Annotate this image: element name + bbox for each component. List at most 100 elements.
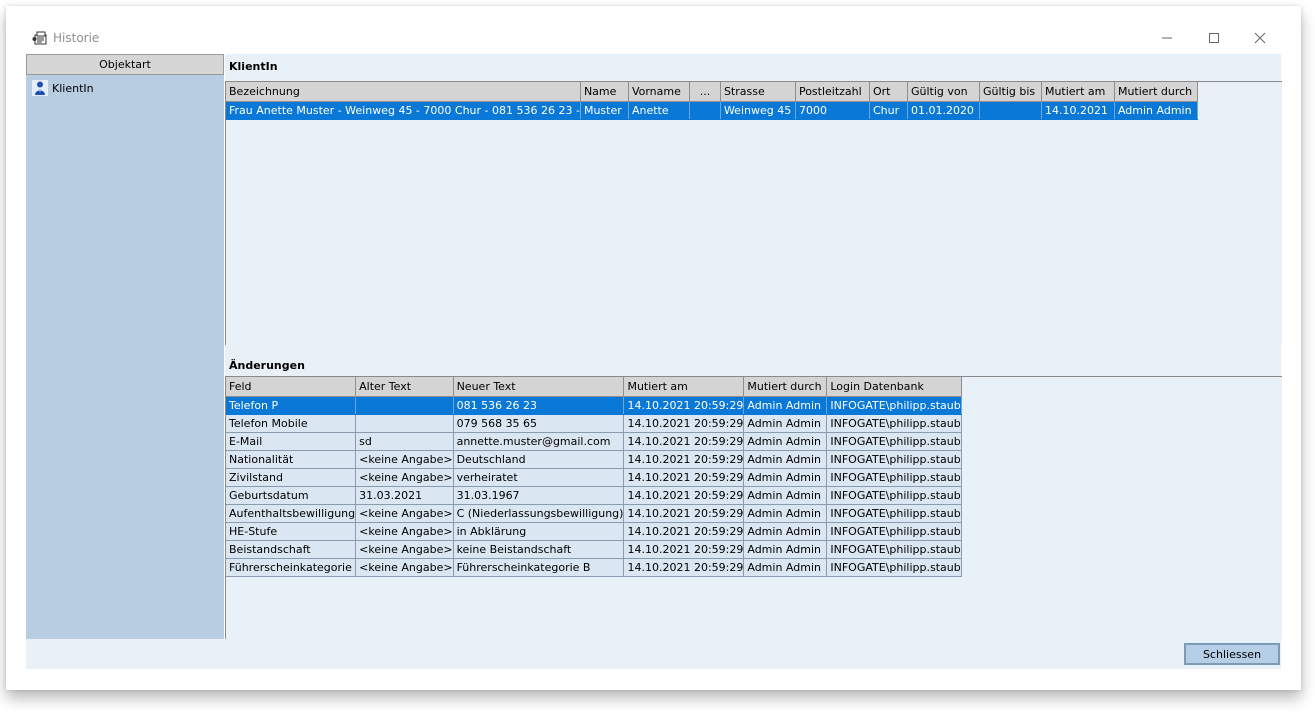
table-cell[interactable]: INFOGATE\philipp.staub bbox=[826, 540, 962, 559]
table-cell[interactable]: Chur bbox=[869, 101, 908, 120]
column-header-vorname[interactable]: Vorname bbox=[628, 82, 690, 102]
table-cell[interactable]: <keine Angabe> bbox=[355, 504, 454, 523]
table-cell[interactable]: Telefon Mobile bbox=[226, 414, 357, 433]
column-header-strasse[interactable]: Strasse bbox=[720, 82, 796, 102]
table-cell[interactable]: Admin Admin bbox=[743, 540, 828, 559]
table-cell[interactable]: Admin Admin bbox=[743, 396, 828, 415]
title-bar[interactable]: Historie bbox=[6, 6, 1301, 50]
table-cell[interactable]: INFOGATE\philipp.staub bbox=[826, 522, 962, 541]
column-header-mutiert-am[interactable]: Mutiert am bbox=[1041, 82, 1115, 102]
table-row[interactable]: Frau Anette Muster - Weinweg 45 - 7000 C… bbox=[226, 101, 1198, 120]
table-cell[interactable]: 14.10.2021 20:59:29 bbox=[623, 558, 745, 577]
table-cell[interactable]: 081 536 26 23 bbox=[453, 396, 625, 415]
table-cell[interactable]: <keine Angabe> bbox=[355, 558, 454, 577]
table-cell[interactable]: Beistandschaft bbox=[226, 540, 357, 559]
table-cell[interactable]: Admin Admin bbox=[1114, 101, 1198, 120]
close-button[interactable]: Schliessen bbox=[1184, 643, 1280, 665]
table-cell[interactable]: Führerscheinkategorie bbox=[226, 558, 357, 577]
column-header-ort[interactable]: Ort bbox=[869, 82, 908, 102]
column-header-alter-text[interactable]: Alter Text bbox=[355, 377, 454, 397]
column-header-mutiert-am[interactable]: Mutiert am bbox=[623, 377, 745, 397]
table-cell[interactable]: annette.muster@gmail.com bbox=[453, 432, 625, 451]
table-cell[interactable] bbox=[355, 414, 454, 433]
table-cell[interactable]: INFOGATE\philipp.staub bbox=[826, 450, 962, 469]
table-cell[interactable] bbox=[689, 101, 721, 120]
table-cell[interactable]: 14.10.2021 20:59:29 bbox=[623, 414, 745, 433]
table-row[interactable]: E-Mail sd annette.muster@gmail.com 14.10.20… bbox=[226, 432, 962, 451]
table-cell[interactable]: INFOGATE\philipp.staub bbox=[826, 486, 962, 505]
table-row[interactable]: Zivilstand <keine Angabe> verheiratet 14.10… bbox=[226, 468, 962, 487]
table-cell[interactable]: 14.10.2021 20:59:29 bbox=[623, 468, 745, 487]
minimize-button[interactable] bbox=[1152, 28, 1182, 48]
column-header-postleitzahl[interactable]: Postleitzahl bbox=[795, 82, 870, 102]
table-cell[interactable]: Admin Admin bbox=[743, 450, 828, 469]
table-row[interactable]: HE-Stufe <keine Angabe> in Abklärung 14.10.… bbox=[226, 522, 962, 541]
table-cell[interactable]: <keine Angabe> bbox=[355, 522, 454, 541]
table-cell[interactable]: 14.10.2021 20:59:29 bbox=[623, 396, 745, 415]
column-header-neuer-text[interactable]: Neuer Text bbox=[453, 377, 625, 397]
table-cell[interactable]: 079 568 35 65 bbox=[453, 414, 625, 433]
table-cell[interactable]: Admin Admin bbox=[743, 504, 828, 523]
table-cell[interactable]: Nationalität bbox=[226, 450, 357, 469]
column-header-login-datenbank[interactable]: Login Datenbank bbox=[826, 377, 962, 397]
table-cell[interactable]: INFOGATE\philipp.staub bbox=[826, 468, 962, 487]
table-row[interactable]: Telefon Mobile 079 568 35 65 14.10.2021 20… bbox=[226, 414, 962, 433]
table-cell[interactable]: Geburtsdatum bbox=[226, 486, 357, 505]
table-row[interactable]: Führerscheinkategorie <keine Angabe> Führe… bbox=[226, 558, 962, 577]
table-cell[interactable]: 7000 bbox=[795, 101, 870, 120]
table-cell[interactable]: Zivilstand bbox=[226, 468, 357, 487]
table-row[interactable]: Beistandschaft <keine Angabe> keine Beista… bbox=[226, 540, 962, 559]
table-cell[interactable]: Admin Admin bbox=[743, 414, 828, 433]
column-header-gueltig-von[interactable]: Gültig von bbox=[907, 82, 980, 102]
table-cell[interactable]: Admin Admin bbox=[743, 522, 828, 541]
table-cell[interactable]: 14.10.2021 20:59:29 bbox=[623, 486, 745, 505]
column-header-mutiert-durch[interactable]: Mutiert durch bbox=[1114, 82, 1198, 102]
table-cell[interactable]: INFOGATE\philipp.staub bbox=[826, 558, 962, 577]
table-row[interactable]: Telefon P 081 536 26 23 14.10.2021 20:59:2… bbox=[226, 396, 962, 415]
column-header-mutiert-durch[interactable]: Mutiert durch bbox=[743, 377, 828, 397]
column-header-name[interactable]: Name bbox=[580, 82, 629, 102]
table-cell[interactable]: keine Beistandschaft bbox=[453, 540, 625, 559]
table-cell[interactable]: INFOGATE\philipp.staub bbox=[826, 414, 962, 433]
table-cell[interactable]: Anette bbox=[628, 101, 690, 120]
column-header-bezeichnung[interactable]: Bezeichnung bbox=[226, 82, 581, 102]
table-cell[interactable]: sd bbox=[355, 432, 454, 451]
table-cell[interactable]: Aufenthaltsbewilligung bbox=[226, 504, 357, 523]
table-cell[interactable]: 31.03.2021 bbox=[355, 486, 454, 505]
close-window-button[interactable] bbox=[1245, 28, 1275, 48]
table-cell[interactable]: <keine Angabe> bbox=[355, 468, 454, 487]
column-header-feld[interactable]: Feld bbox=[226, 377, 357, 397]
table-cell[interactable]: <keine Angabe> bbox=[355, 540, 454, 559]
table-cell[interactable]: 14.10.2021 20:59:29 bbox=[623, 540, 745, 559]
table-cell[interactable]: HE-Stufe bbox=[226, 522, 357, 541]
table-cell[interactable]: C (Niederlassungsbewilligung) bbox=[453, 504, 625, 523]
table-cell[interactable]: 14.10.2021 bbox=[1041, 101, 1115, 120]
table-cell[interactable]: 31.03.1967 bbox=[453, 486, 625, 505]
table-cell[interactable]: Deutschland bbox=[453, 450, 625, 469]
table-cell[interactable]: Admin Admin bbox=[743, 432, 828, 451]
table-cell[interactable]: Telefon P bbox=[226, 396, 357, 415]
column-header-gueltig-bis[interactable]: Gültig bis bbox=[979, 82, 1042, 102]
maximize-button[interactable] bbox=[1199, 28, 1229, 48]
table-cell[interactable]: Muster bbox=[580, 101, 629, 120]
table-cell[interactable]: in Abklärung bbox=[453, 522, 625, 541]
table-cell[interactable]: Weinweg 45 bbox=[720, 101, 796, 120]
table-cell[interactable]: 01.01.2020 bbox=[907, 101, 980, 120]
table-cell[interactable]: INFOGATE\philipp.staub bbox=[826, 396, 962, 415]
table-cell[interactable]: E-Mail bbox=[226, 432, 357, 451]
table-cell[interactable] bbox=[979, 101, 1042, 120]
table-cell[interactable]: INFOGATE\philipp.staub bbox=[826, 504, 962, 523]
table-cell[interactable]: Admin Admin bbox=[743, 468, 828, 487]
table-cell[interactable]: Admin Admin bbox=[743, 486, 828, 505]
table-cell[interactable]: INFOGATE\philipp.staub bbox=[826, 432, 962, 451]
table-cell[interactable]: Frau Anette Muster - Weinweg 45 - 7000 C… bbox=[226, 101, 581, 120]
table-row[interactable]: Geburtsdatum 31.03.2021 31.03.1967 14.10.20… bbox=[226, 486, 962, 505]
table-cell[interactable]: <keine Angabe> bbox=[355, 450, 454, 469]
table-cell[interactable]: Admin Admin bbox=[743, 558, 828, 577]
object-type-header[interactable]: Objektart bbox=[26, 54, 224, 75]
table-row[interactable]: Nationalität <keine Angabe> Deutschland 14.… bbox=[226, 450, 962, 469]
object-type-item-klientin[interactable]: KlientIn bbox=[32, 79, 94, 97]
table-cell[interactable]: 14.10.2021 20:59:29 bbox=[623, 450, 745, 469]
table-cell[interactable]: verheiratet bbox=[453, 468, 625, 487]
table-cell[interactable]: 14.10.2021 20:59:29 bbox=[623, 504, 745, 523]
